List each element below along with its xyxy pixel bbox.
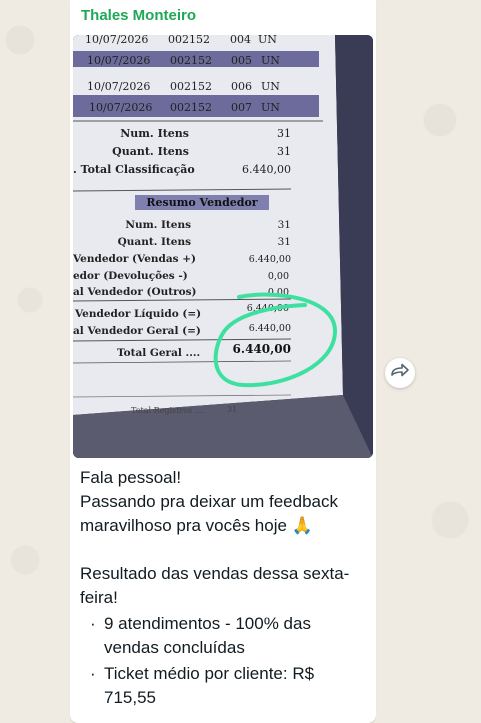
vendor-label: Vendedor Líquido (=) [74,308,201,320]
row-code: 002152 [170,101,212,114]
row-num: 007 [231,101,252,114]
summary-label: . Total Classificação [73,163,195,176]
row-unit: UN [261,54,280,67]
summary-label: Num. Itens [120,127,189,140]
total-label: Total Geral .... [117,347,200,359]
forward-icon [390,363,410,384]
row-date: 10/07/2026 [87,80,150,93]
row-num: 006 [231,80,252,93]
row-unit: UN [261,101,280,114]
message-line: Resultado das vendas dessa sexta-feira! [80,564,350,607]
sender-name[interactable]: Thales Monteiro [81,6,196,26]
vendor-value: 6.440,00 [249,254,291,265]
message-text: Fala pessoal! Passando pra deixar um fee… [80,466,370,712]
row-unit: UN [258,35,277,46]
vendor-value: 6.440,00 [249,323,291,334]
vendor-label: al Vendedor Geral (=) [73,325,201,337]
section-title: Resumo Vendedor [146,196,257,209]
vendor-value: 31 [278,236,291,248]
message-bubble[interactable]: Thales Monteiro 10/07/2026 002152 004 UN… [70,0,376,723]
bullet-list: · 9 atendimentos - 100% das vendas conclu… [80,612,370,710]
summary-value: 31 [277,127,291,140]
row-unit: UN [261,80,280,93]
row-num: 005 [231,54,252,67]
row-code: 002152 [170,80,212,93]
registros-label: Total Registros .... [131,406,205,415]
registros-value: 31 [227,405,237,414]
row-code: 002152 [170,54,212,67]
row-date: 10/07/2026 [87,54,150,67]
message-photo[interactable]: 10/07/2026 002152 004 UN 10/07/2026 0021… [73,35,373,458]
forward-button[interactable] [385,358,415,388]
bullet-dot: · [90,664,96,683]
vendor-label: al Vendedor (Outros) [73,286,197,298]
summary-label: Quant. Itens [112,145,189,158]
bullet-dot: · [90,614,96,633]
row-num: 004 [230,35,251,46]
row-date: 10/07/2026 [89,101,152,114]
list-item: · Ticket médio por cliente: R$ 715,55 [90,664,315,707]
praying-hands-emoji: 🙏 [291,516,313,535]
total-value: 6.440,00 [233,342,291,356]
vendor-value: 0,00 [268,271,289,282]
message-line: Passando pra deixar um feedback maravilh… [80,490,370,538]
summary-value: 31 [277,145,291,158]
summary-value: 6.440,00 [242,163,291,176]
vendor-label: edor (Devoluções -) [73,270,188,282]
row-date: 10/07/2026 [85,35,148,46]
row-code: 002152 [168,35,210,46]
message-line: Fala pessoal! [80,468,182,487]
vendor-label: Quant. Itens [118,236,191,248]
vendor-label: Num. Itens [125,219,191,231]
list-item: · 9 atendimentos - 100% das vendas conclu… [90,614,311,657]
vendor-label: Vendedor (Vendas +) [73,253,196,265]
vendor-value: 31 [278,219,291,231]
